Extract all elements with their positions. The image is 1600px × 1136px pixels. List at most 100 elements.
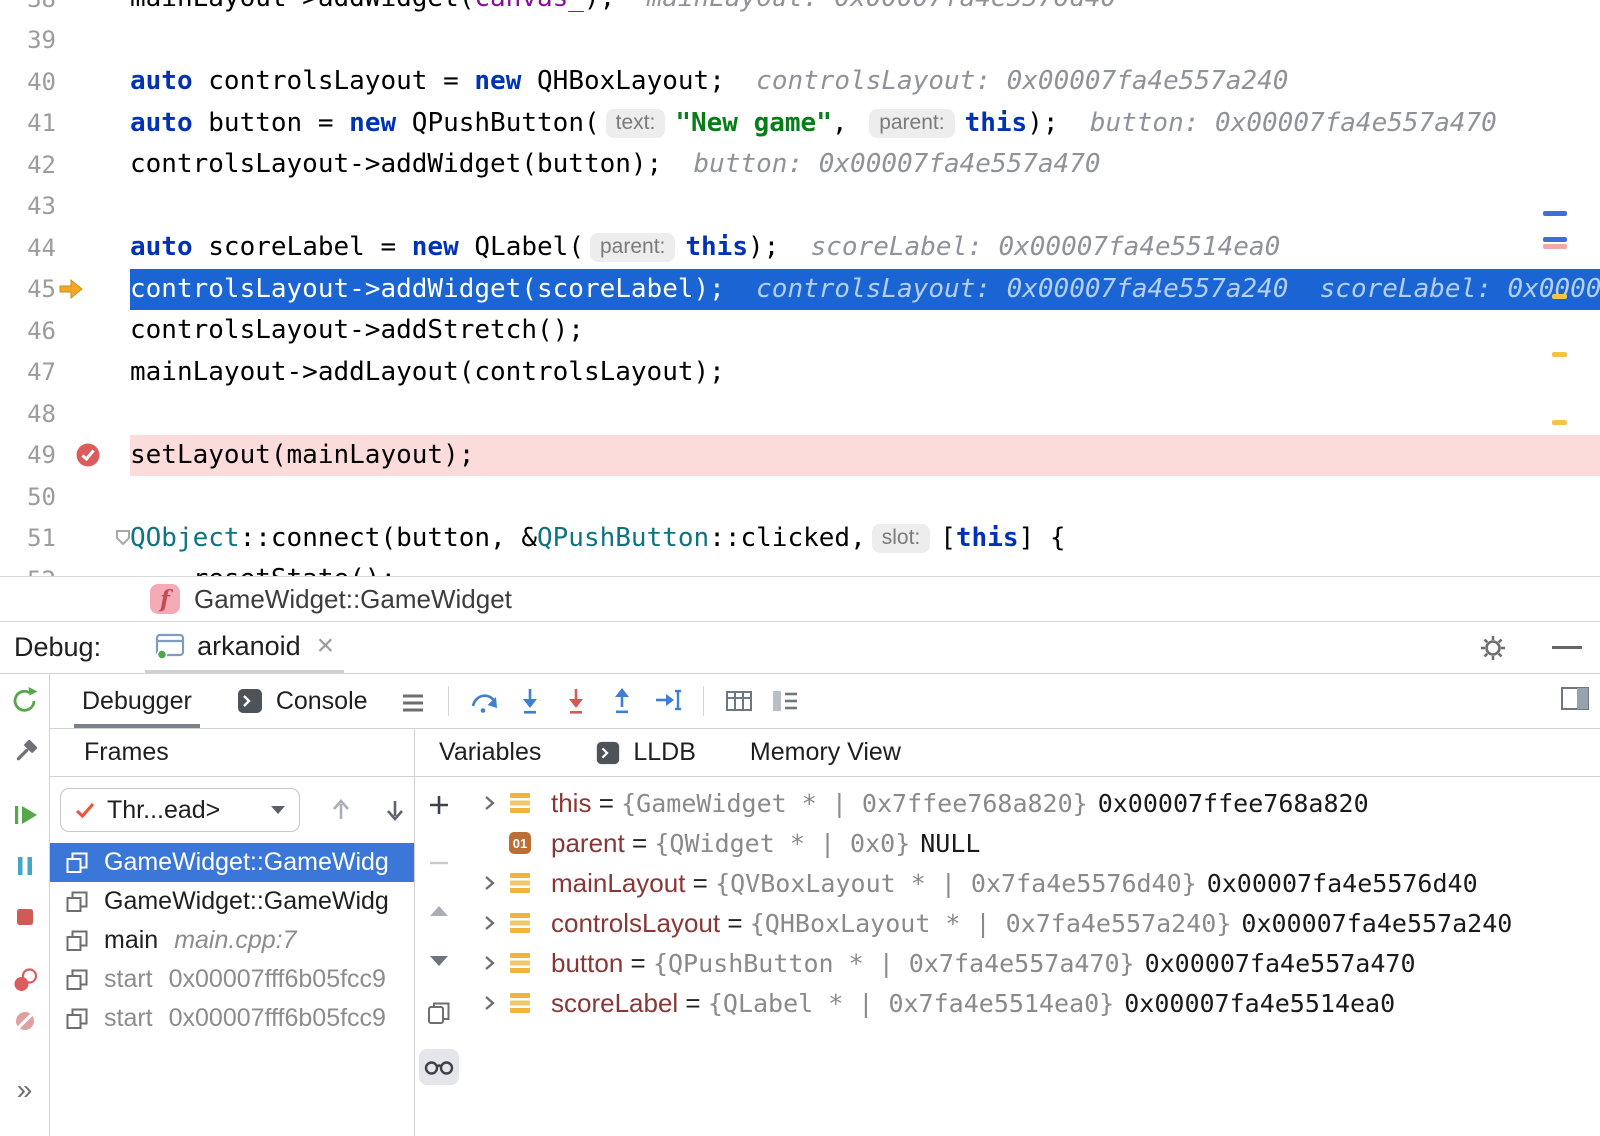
mute-breakpoints-icon[interactable] <box>10 1006 40 1036</box>
evaluate-expression-icon[interactable] <box>716 678 762 724</box>
code-line-42[interactable]: 42controlsLayout->addWidget(button); but… <box>0 144 1600 186</box>
stripe-mark[interactable] <box>1552 352 1567 357</box>
code-line-50[interactable]: 50 <box>0 476 1600 518</box>
thread-selector[interactable]: Thr...ead> <box>60 788 300 832</box>
code-line-39[interactable]: 39 <box>0 20 1600 62</box>
code-line-43[interactable]: 43 <box>0 186 1600 228</box>
duplicate-icon[interactable] <box>419 995 459 1031</box>
tab-variables[interactable]: Variables <box>439 738 541 767</box>
add-watch-icon[interactable] <box>419 787 459 823</box>
editor-gutter[interactable]: 40 <box>0 61 130 103</box>
variable-row[interactable]: 01parent = {QWidget * | 0x0}NULL <box>463 823 1600 863</box>
code-line-47[interactable]: 47mainLayout->addLayout(controlsLayout); <box>0 352 1600 394</box>
rerun-icon[interactable] <box>10 685 40 715</box>
step-over-icon[interactable] <box>461 678 507 724</box>
chevron-right-icon[interactable] <box>480 994 498 1012</box>
tab-arkanoid[interactable]: arkanoid × <box>145 622 344 673</box>
variable-row[interactable]: scoreLabel = {QLabel * | 0x7fa4e5514ea0}… <box>463 983 1600 1023</box>
tab-console[interactable]: Console <box>214 674 390 728</box>
chevron-right-icon[interactable] <box>480 794 498 812</box>
step-into-icon[interactable] <box>507 678 553 724</box>
restore-layout-icon[interactable] <box>1560 685 1600 718</box>
layout-settings-icon[interactable] <box>762 678 808 724</box>
editor-gutter[interactable]: 52 <box>0 559 130 576</box>
tab-debugger[interactable]: Debugger <box>60 674 214 728</box>
resume-icon[interactable] <box>10 800 40 830</box>
stripe-mark[interactable] <box>1543 211 1567 216</box>
frame-up-icon[interactable] <box>328 797 354 823</box>
stack-frame-row[interactable]: GameWidget::GameWidg <box>50 843 414 882</box>
close-icon[interactable]: × <box>317 631 335 661</box>
variable-row[interactable]: mainLayout = {QVBoxLayout * | 0x7fa4e557… <box>463 863 1600 903</box>
chevron-right-icon[interactable] <box>480 954 498 972</box>
remove-watch-icon[interactable] <box>419 845 459 881</box>
frame-down-icon[interactable] <box>382 797 408 823</box>
editor-gutter[interactable]: 49 <box>0 435 130 477</box>
code-line-41[interactable]: 41auto button = new QPushButton(text:"Ne… <box>0 103 1600 145</box>
stripe-mark[interactable] <box>1543 237 1567 242</box>
code-editor[interactable]: 38mainLayout->addWidget(canvas_); mainLa… <box>0 0 1600 576</box>
step-out-icon[interactable] <box>599 678 645 724</box>
code-line-52[interactable]: 52 resetState(); <box>0 559 1600 576</box>
variable-row[interactable]: button = {QPushButton * | 0x7fa4e557a470… <box>463 943 1600 983</box>
editor-gutter[interactable]: 41 <box>0 103 130 145</box>
build-icon[interactable] <box>10 737 40 767</box>
stack-frame-row[interactable]: mainmain.cpp:7 <box>50 921 414 960</box>
stop-icon[interactable] <box>10 902 40 932</box>
view-breakpoints-icon[interactable] <box>10 966 40 996</box>
stack-frame-row[interactable]: start0x00007fff6b05fcc9 <box>50 999 414 1038</box>
editor-gutter[interactable]: 47 <box>0 352 130 394</box>
code-line-48[interactable]: 48 <box>0 393 1600 435</box>
stack-frame-row[interactable]: start0x00007fff6b05fcc9 <box>50 960 414 999</box>
editor-gutter[interactable]: 38 <box>0 0 130 20</box>
line-number: 52 <box>0 566 56 576</box>
breakpoint-icon[interactable] <box>74 441 102 469</box>
editor-gutter[interactable]: 42 <box>0 144 130 186</box>
watches-toolbar <box>415 777 463 1136</box>
code-text: QObject::connect(button, &QPushButton::c… <box>130 518 1600 560</box>
tab-lldb[interactable]: LLDB <box>595 738 696 767</box>
move-down-icon[interactable] <box>419 943 459 979</box>
chevron-right-icon[interactable] <box>480 874 498 892</box>
pause-icon[interactable] <box>10 851 40 881</box>
more-icon[interactable]: » <box>10 1075 40 1105</box>
editor-gutter[interactable]: 44 <box>0 227 130 269</box>
line-number: 42 <box>0 151 56 179</box>
svg-text:01: 01 <box>513 836 527 851</box>
hide-icon[interactable] <box>1552 646 1582 649</box>
variable-row[interactable]: controlsLayout = {QHBoxLayout * | 0x7fa4… <box>463 903 1600 943</box>
breadcrumb: f GameWidget::GameWidget <box>0 576 1600 622</box>
stripe-mark[interactable] <box>1552 420 1567 425</box>
chevron-right-icon[interactable] <box>480 914 498 932</box>
code-text: auto scoreLabel = new QLabel(parent:this… <box>130 227 1600 269</box>
tab-memory-view[interactable]: Memory View <box>750 738 901 767</box>
code-line-46[interactable]: 46controlsLayout->addStretch(); <box>0 310 1600 352</box>
code-line-51[interactable]: 51QObject::connect(button, &QPushButton:… <box>0 518 1600 560</box>
show-watches-icon[interactable] <box>419 1049 459 1085</box>
breadcrumb-function[interactable]: GameWidget::GameWidget <box>194 584 512 615</box>
editor-gutter[interactable]: 43 <box>0 186 130 228</box>
editor-gutter[interactable]: 48 <box>0 393 130 435</box>
editor-gutter[interactable]: 39 <box>0 20 130 62</box>
run-to-cursor-icon[interactable] <box>645 678 691 724</box>
code-line-44[interactable]: 44auto scoreLabel = new QLabel(parent:th… <box>0 227 1600 269</box>
editor-gutter[interactable]: 46 <box>0 310 130 352</box>
code-line-38[interactable]: 38mainLayout->addWidget(canvas_); mainLa… <box>0 0 1600 20</box>
editor-gutter[interactable]: 51 <box>0 518 130 560</box>
stripe-mark[interactable] <box>1543 244 1567 249</box>
gear-icon[interactable] <box>1478 633 1508 663</box>
move-up-icon[interactable] <box>419 893 459 929</box>
fold-marker-icon[interactable] <box>112 528 134 548</box>
object-icon <box>507 870 533 896</box>
code-lines: 38mainLayout->addWidget(canvas_); mainLa… <box>0 0 1600 576</box>
tab-options-icon[interactable] <box>390 678 436 724</box>
code-line-49[interactable]: 49setLayout(mainLayout); <box>0 435 1600 477</box>
editor-gutter[interactable]: 45 <box>0 269 130 311</box>
force-step-into-icon[interactable] <box>553 678 599 724</box>
stack-frame-row[interactable]: GameWidget::GameWidg <box>50 882 414 921</box>
stripe-mark[interactable] <box>1552 294 1567 299</box>
code-line-45[interactable]: 45controlsLayout->addWidget(scoreLabel);… <box>0 269 1600 311</box>
code-line-40[interactable]: 40auto controlsLayout = new QHBoxLayout;… <box>0 61 1600 103</box>
variable-row[interactable]: this = {GameWidget * | 0x7ffee768a820}0x… <box>463 783 1600 823</box>
editor-gutter[interactable]: 50 <box>0 476 130 518</box>
